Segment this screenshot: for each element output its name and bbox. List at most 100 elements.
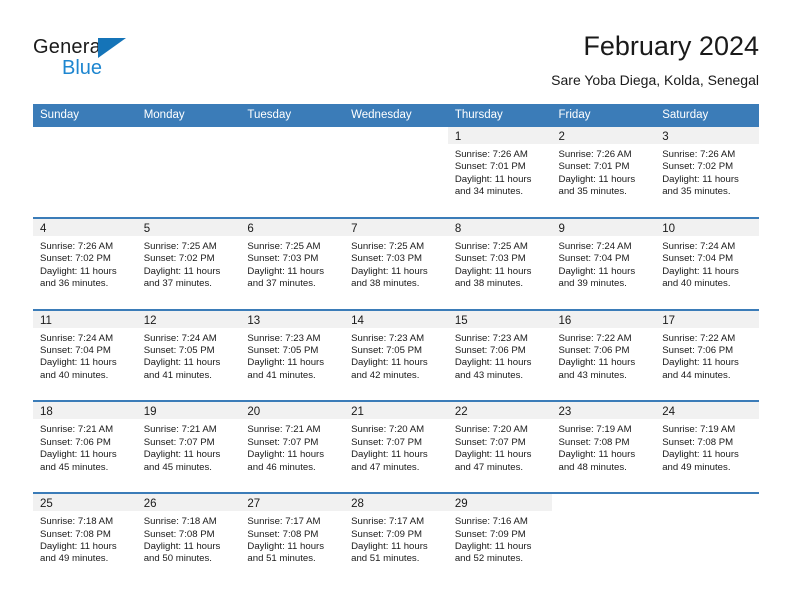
day-cell[interactable]: 9 Sunrise: 7:24 AM Sunset: 7:04 PM Daylight…: [551, 218, 656, 309]
daylight-text-line2: and 35 minutes.: [558, 186, 627, 198]
day-cell[interactable]: 13 Sunrise: 7:23 AM Sunset: 7:05 PM Dayligh…: [240, 310, 345, 401]
daylight-text-line2: and 43 minutes.: [454, 369, 524, 381]
title-block: February 2024 Sare Yoba Diega, Kolda, Se…: [551, 30, 759, 89]
daylight-text-line1: Daylight: 11 hours: [454, 541, 532, 552]
daylight-text-line2: and 46 minutes.: [247, 461, 316, 473]
day-number-band: 18: [33, 402, 137, 420]
daylight-text-line2: and 43 minutes.: [558, 369, 627, 381]
sunset-text: Sunset: 7:03 PM: [351, 253, 423, 265]
logo-triangle-icon: [98, 38, 126, 58]
day-details: Sunrise: 7:26 AM Sunset: 7:01 PM Daylight:…: [552, 144, 656, 199]
sunrise-text: Sunrise: 7:23 AM: [351, 332, 425, 344]
sunrise-text: Sunrise: 7:26 AM: [558, 149, 632, 160]
day-cell[interactable]: 14 Sunrise: 7:23 AM Sunset: 7:05 PM Dayligh…: [344, 310, 448, 401]
day-details: Sunrise: 7:23 AM Sunset: 7:06 PM Daylight:…: [448, 328, 552, 383]
day-number: 17: [662, 314, 676, 327]
weekday-header-row: Sunday Monday Tuesday Wednesday Thursday Frid…: [33, 104, 759, 127]
day-number: 23: [558, 406, 572, 419]
day-cell[interactable]: 3 Sunrise: 7:26 AM Sunset: 7:02 PM Daylight…: [655, 127, 759, 217]
daylight-text-line2: and 38 minutes.: [454, 278, 524, 290]
day-cell[interactable]: 2 Sunrise: 7:26 AM Sunset: 7:01 PM Daylight…: [551, 127, 656, 217]
day-number: 1: [454, 131, 462, 143]
day-cell[interactable]: 25 Sunrise: 7:18 AM Sunset: 7:08 PM Dayligh…: [33, 494, 137, 584]
day-cell[interactable]: 19 Sunrise: 7:21 AM Sunset: 7:07 PM Dayligh…: [136, 402, 241, 492]
sunrise-text: Sunrise: 7:16 AM: [454, 516, 528, 528]
day-number-band: 13: [240, 310, 345, 328]
day-number-band: 20: [240, 402, 345, 420]
daylight-text-line2: and 52 minutes.: [454, 553, 524, 565]
day-number: 28: [351, 498, 364, 511]
daylight-text-line2: and 49 minutes.: [662, 461, 731, 473]
weekday-header-wednesday: Wednesday: [351, 109, 412, 121]
day-cell[interactable]: 17 Sunrise: 7:22 AM Sunset: 7:06 PM Dayligh…: [655, 310, 759, 401]
day-cell[interactable]: 4 Sunrise: 7:26 AM Sunset: 7:02 PM Daylight…: [33, 218, 137, 309]
day-number: 14: [351, 314, 364, 327]
day-number-band: 22: [447, 402, 552, 420]
daylight-text-line2: and 51 minutes.: [247, 553, 316, 565]
day-cell[interactable]: 28 Sunrise: 7:17 AM Sunset: 7:09 PM Dayligh…: [344, 494, 448, 584]
daylight-text-line2: and 51 minutes.: [351, 553, 420, 565]
daylight-text-line2: and 42 minutes.: [351, 369, 420, 381]
daylight-text-line1: Daylight: 11 hours: [662, 265, 739, 277]
day-number: 29: [454, 498, 468, 511]
day-cell[interactable]: 7 Sunrise: 7:25 AM Sunset: 7:03 PM Daylight…: [344, 218, 448, 309]
sunrise-text: Sunrise: 7:21 AM: [143, 424, 217, 436]
sunrise-text: Sunrise: 7:18 AM: [143, 516, 217, 528]
daylight-text-line1: Daylight: 11 hours: [454, 449, 532, 461]
calendar-grid: Sunday Monday Tuesday Wednesday Thursday Frid…: [33, 104, 759, 584]
day-cell[interactable]: 27 Sunrise: 7:17 AM Sunset: 7:08 PM Dayligh…: [240, 494, 345, 584]
sunset-text: Sunset: 7:03 PM: [247, 253, 319, 265]
day-cell[interactable]: 23 Sunrise: 7:19 AM Sunset: 7:08 PM Dayligh…: [551, 402, 656, 492]
daylight-text-line1: Daylight: 11 hours: [454, 357, 532, 369]
sunset-text: Sunset: 7:01 PM: [558, 161, 630, 173]
day-cell[interactable]: 16 Sunrise: 7:22 AM Sunset: 7:06 PM Dayligh…: [551, 310, 656, 401]
day-number-band: [240, 127, 344, 144]
sunset-text: Sunset: 7:04 PM: [40, 345, 111, 356]
day-details: Sunrise: 7:21 AM Sunset: 7:06 PM Daylight:…: [33, 419, 137, 474]
day-number: 21: [351, 406, 364, 419]
sunrise-text: Sunrise: 7:25 AM: [247, 240, 321, 252]
day-number: 13: [247, 314, 261, 327]
daylight-text-line2: and 39 minutes.: [558, 278, 627, 290]
sunrise-text: Sunrise: 7:21 AM: [247, 424, 321, 436]
sunset-text: Sunset: 7:02 PM: [143, 253, 215, 265]
day-number: 18: [40, 406, 53, 419]
day-cell[interactable]: 29 Sunrise: 7:16 AM Sunset: 7:09 PM Dayligh…: [447, 494, 552, 584]
general-blue-logo[interactable]: General Blue: [33, 36, 153, 84]
day-number: 26: [143, 498, 157, 511]
sunrise-text: Sunrise: 7:24 AM: [558, 240, 632, 252]
day-cell[interactable]: 10 Sunrise: 7:24 AM Sunset: 7:04 PM Dayligh…: [655, 218, 759, 309]
daylight-text-line2: and 44 minutes.: [662, 369, 731, 381]
day-number-band: 4: [33, 218, 137, 236]
day-cell[interactable]: 18 Sunrise: 7:21 AM Sunset: 7:06 PM Dayligh…: [33, 402, 137, 492]
day-number: 3: [662, 131, 669, 143]
daylight-text-line1: Daylight: 11 hours: [40, 541, 117, 552]
sunrise-text: Sunrise: 7:24 AM: [40, 332, 114, 344]
day-cell[interactable]: 12 Sunrise: 7:24 AM Sunset: 7:05 PM Dayligh…: [136, 310, 241, 401]
day-cell[interactable]: 22 Sunrise: 7:20 AM Sunset: 7:07 PM Dayligh…: [447, 402, 552, 492]
day-details: Sunrise: 7:18 AM Sunset: 7:08 PM Daylight:…: [137, 511, 241, 566]
day-cell[interactable]: 15 Sunrise: 7:23 AM Sunset: 7:06 PM Dayligh…: [447, 310, 552, 401]
day-cell[interactable]: 11 Sunrise: 7:24 AM Sunset: 7:04 PM Dayligh…: [33, 310, 137, 401]
day-number: 12: [143, 314, 157, 327]
daylight-text-line1: Daylight: 11 hours: [662, 449, 739, 461]
calendar-week-row: 4 Sunrise: 7:26 AM Sunset: 7:02 PM Daylight…: [33, 216, 759, 309]
day-cell[interactable]: 1 Sunrise: 7:26 AM Sunset: 7:01 PM Daylight…: [447, 127, 552, 217]
day-cell[interactable]: 24 Sunrise: 7:19 AM Sunset: 7:08 PM Dayligh…: [655, 402, 759, 492]
day-cell-empty: [552, 494, 656, 584]
day-number-band: 21: [344, 402, 448, 420]
sunset-text: Sunset: 7:08 PM: [143, 528, 215, 540]
day-cell[interactable]: 21 Sunrise: 7:20 AM Sunset: 7:07 PM Dayligh…: [344, 402, 448, 492]
day-cell[interactable]: 8 Sunrise: 7:25 AM Sunset: 7:03 PM Daylight…: [447, 218, 552, 309]
daylight-text-line1: Daylight: 11 hours: [40, 449, 117, 461]
day-cell[interactable]: 5 Sunrise: 7:25 AM Sunset: 7:02 PM Daylight…: [136, 218, 241, 309]
day-details: Sunrise: 7:20 AM Sunset: 7:07 PM Daylight:…: [448, 419, 552, 474]
sunrise-text: Sunrise: 7:26 AM: [454, 149, 528, 160]
day-cell[interactable]: 20 Sunrise: 7:21 AM Sunset: 7:07 PM Dayligh…: [240, 402, 345, 492]
daylight-text-line1: Daylight: 11 hours: [662, 173, 739, 185]
day-number-band: [552, 494, 656, 511]
day-details: Sunrise: 7:24 AM Sunset: 7:04 PM Daylight:…: [552, 236, 656, 291]
day-cell[interactable]: 26 Sunrise: 7:18 AM Sunset: 7:08 PM Dayligh…: [136, 494, 241, 584]
day-cell[interactable]: 6 Sunrise: 7:25 AM Sunset: 7:03 PM Daylight…: [240, 218, 345, 309]
day-details: Sunrise: 7:24 AM Sunset: 7:04 PM Daylight:…: [33, 328, 137, 383]
